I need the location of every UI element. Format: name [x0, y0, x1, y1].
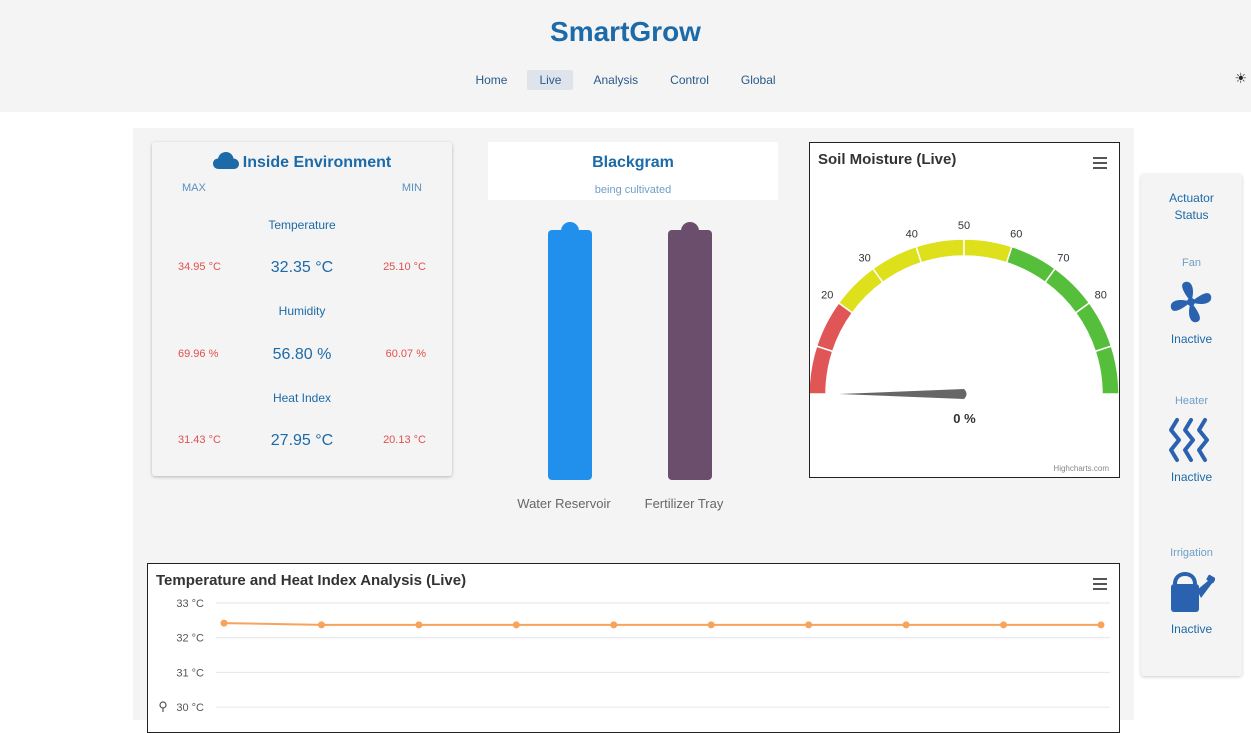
gauge-tick-label: 80: [1095, 290, 1107, 302]
gauge-band: [1005, 245, 1057, 284]
gauge-tick-label: 30: [859, 252, 871, 264]
header: SmartGrow Home Live Analysis Control Glo…: [0, 0, 1251, 112]
water-reservoir-label: Water Reservoir: [517, 496, 611, 511]
gauge-needle: [839, 389, 967, 399]
y-tick-label: 33 °C: [176, 598, 204, 610]
data-point[interactable]: [707, 621, 715, 629]
water-reservoir-tank: [548, 230, 592, 480]
data-point[interactable]: [610, 621, 618, 629]
heat-index-label: Heat Index: [272, 391, 332, 405]
environment-title-text: Inside Environment: [242, 154, 392, 171]
cloud-icon: [212, 152, 239, 169]
heater-icon: [1169, 418, 1209, 462]
gauge-band: [810, 345, 834, 395]
gauge-band: [1044, 267, 1091, 314]
humidity-min: 60.07 %: [385, 348, 426, 360]
inside-environment-card: Inside Environment MAX MIN Temperature 3…: [152, 142, 452, 476]
fan-icon: [1170, 281, 1212, 323]
gauge-tick-label: 50: [958, 220, 970, 232]
crop-card: Blackgram being cultivated: [488, 142, 778, 200]
fan-state: Inactive: [1170, 332, 1213, 346]
y-tick-label: 30 °C: [176, 702, 204, 714]
nav-analysis[interactable]: Analysis: [581, 70, 650, 90]
chart-credits[interactable]: Highcharts.com: [1053, 464, 1109, 473]
gauge-tick-label: 70: [1057, 252, 1069, 264]
gauge-band: [1094, 345, 1119, 395]
temperature-line-plot: 33 °C 32 °C 31 °C 30 °C: [176, 598, 1110, 714]
fertilizer-tray-tank: [668, 230, 712, 480]
gauge-tick-label: 40: [906, 228, 918, 240]
crop-name: Blackgram: [592, 154, 674, 171]
y-tick-label: 32 °C: [176, 633, 204, 645]
actuator-status-title-text: Actuator Status: [1169, 191, 1214, 222]
actuator-status-panel: Actuator Status Fan Inactive Heater Inac…: [1141, 174, 1242, 676]
data-point[interactable]: [317, 621, 325, 629]
app-title: SmartGrow: [550, 16, 701, 47]
crop-subtitle: being cultivated: [594, 184, 672, 196]
heat-index-min: 20.13 °C: [383, 434, 426, 446]
data-point[interactable]: [902, 621, 910, 629]
y-tick-label: 31 °C: [176, 667, 204, 679]
main-nav: Home Live Analysis Control Global: [0, 70, 1251, 90]
nav-home[interactable]: Home: [463, 70, 519, 90]
environment-title: Inside Environment: [152, 152, 452, 172]
data-point[interactable]: [1097, 621, 1105, 629]
max-label: MAX: [182, 182, 206, 194]
heater-state: Inactive: [1170, 470, 1213, 484]
humidity-label: Humidity: [278, 304, 326, 318]
water-level-handle: [561, 222, 579, 240]
temperature-min: 25.10 °C: [383, 261, 426, 273]
gauge-band: [1074, 301, 1113, 353]
gauge-tick-label: 20: [821, 290, 833, 302]
min-label: MIN: [401, 182, 422, 194]
nav-control[interactable]: Control: [658, 70, 721, 90]
gauge-band: [837, 267, 884, 314]
gauge-tick-label: 60: [1010, 228, 1022, 240]
temperature-label: Temperature: [268, 218, 336, 232]
irrigation-state: Inactive: [1170, 622, 1213, 636]
data-point[interactable]: [805, 621, 813, 629]
series-line: [223, 622, 1101, 626]
soil-moisture-gauge: 20 30 40 50 60 70 80: [810, 220, 1119, 399]
data-point[interactable]: [415, 621, 423, 629]
nav-global[interactable]: Global: [729, 70, 788, 90]
soil-moisture-value: 0 %: [953, 411, 976, 426]
heater-label: Heater: [1174, 395, 1209, 407]
data-point[interactable]: [1000, 621, 1008, 629]
gauge-band: [915, 238, 965, 264]
watering-can-icon: [1171, 572, 1215, 612]
nav-live[interactable]: Live: [527, 70, 574, 90]
y-axis-title-icon: [159, 701, 167, 712]
fertilizer-tray-label: Fertilizer Tray: [644, 496, 724, 511]
data-point[interactable]: [220, 619, 228, 627]
data-point[interactable]: [512, 621, 520, 629]
gauge-band: [963, 238, 1013, 264]
gauge-band: [815, 301, 854, 353]
fan-label: Fan: [1182, 257, 1201, 269]
fertilizer-level-handle: [681, 222, 699, 240]
actuator-status-title: Actuator Status: [1141, 190, 1242, 224]
irrigation-label: Irrigation: [1170, 547, 1213, 559]
gauge-band: [871, 245, 923, 284]
temperature-analysis-chart: Temperature and Heat Index Analysis (Liv…: [147, 563, 1120, 733]
soil-moisture-chart: Soil Moisture (Live) 20 30 40 50 60 70 80 0 % …: [809, 142, 1120, 478]
theme-toggle-sun-icon[interactable]: ☀: [1234, 70, 1247, 87]
